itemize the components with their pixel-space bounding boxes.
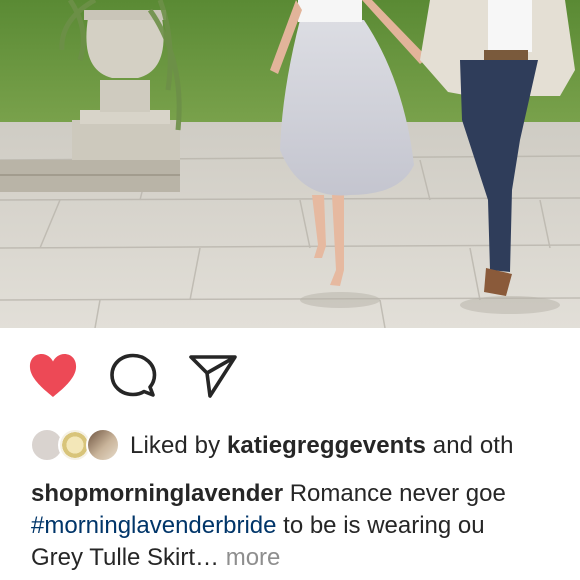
caption-text: Grey Tulle Skirt…	[31, 544, 220, 571]
liker-username[interactable]: katiegreggevents	[227, 432, 426, 459]
likes-text: Liked by katiegreggevents and oth	[130, 432, 514, 460]
paper-plane-icon	[189, 355, 237, 398]
action-bar	[26, 352, 580, 400]
likes-prefix: Liked by	[130, 432, 227, 459]
post-photo[interactable]	[0, 0, 580, 328]
comment-button[interactable]	[106, 352, 160, 400]
caption-more-link[interactable]: more	[219, 544, 281, 571]
avatar	[86, 428, 120, 462]
likes-summary[interactable]: Liked by katiegreggevents and oth	[30, 427, 580, 465]
caption-line-1: shopmorninglavender Romance never goe	[31, 478, 580, 510]
liker-avatars	[30, 427, 122, 465]
caption-text: Romance never goe	[283, 480, 506, 507]
heart-filled-icon	[29, 354, 77, 397]
post-image	[0, 0, 580, 328]
like-button[interactable]	[26, 352, 80, 400]
caption-username[interactable]: shopmorninglavender	[31, 480, 283, 507]
share-button[interactable]	[186, 352, 240, 400]
caption-hashtag[interactable]: #morninglavenderbride	[31, 512, 276, 539]
likes-suffix: and oth	[425, 432, 514, 459]
caption-text: to be is wearing ou	[276, 512, 485, 539]
caption-line-2: #morninglavenderbride to be is wearing o…	[31, 510, 580, 542]
comment-bubble-icon	[110, 353, 157, 397]
post-caption: shopmorninglavender Romance never goe #m…	[31, 478, 580, 574]
caption-line-3: Grey Tulle Skirt… more	[31, 542, 580, 574]
